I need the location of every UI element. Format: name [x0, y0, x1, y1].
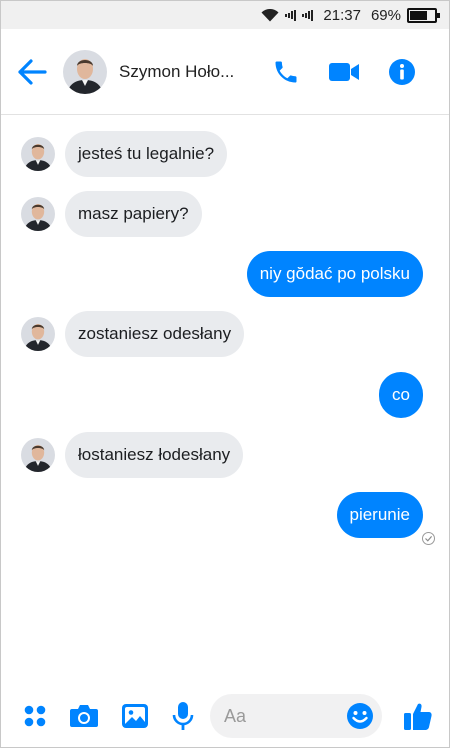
info-icon	[389, 58, 415, 85]
clock: 21:37	[323, 6, 361, 24]
message-input-field[interactable]	[210, 694, 382, 738]
message-row: masz papiery?	[1, 191, 449, 237]
wifi-icon	[261, 8, 279, 22]
gallery-icon	[122, 704, 148, 728]
message-input[interactable]	[224, 705, 334, 727]
more-options-button[interactable]	[19, 683, 51, 747]
composer-bar	[1, 683, 449, 747]
contact-name[interactable]: Szymon Hoło...	[119, 62, 253, 82]
incoming-message[interactable]: masz papiery?	[65, 191, 202, 237]
info-button[interactable]	[373, 47, 431, 97]
apps-grid-icon	[24, 705, 46, 727]
gallery-button[interactable]	[119, 683, 151, 747]
emoji-button[interactable]	[346, 702, 374, 730]
read-receipt-check-icon	[422, 532, 435, 545]
outgoing-message[interactable]: co	[379, 372, 423, 418]
status-bar: 21:37 69%	[1, 1, 449, 29]
back-arrow-icon	[18, 58, 47, 85]
signal-icon	[285, 9, 297, 21]
sender-avatar[interactable]	[21, 137, 55, 171]
outgoing-message[interactable]: niy gŏdać po polsku	[246, 251, 423, 297]
conversation-header: Szymon Hoło...	[1, 29, 449, 115]
video-call-icon	[329, 62, 359, 81]
signal-icon-2	[302, 9, 314, 21]
back-button[interactable]	[1, 29, 63, 115]
messenger-screen: 21:37 69% Szymon Hoło... jesteś tu legal…	[0, 0, 450, 748]
microphone-icon	[172, 702, 194, 730]
message-row: pierunie	[1, 492, 449, 538]
sender-avatar[interactable]	[21, 197, 55, 231]
phone-call-icon	[275, 61, 297, 82]
message-row: łostaniesz łodesłany	[1, 432, 449, 478]
message-list[interactable]: jesteś tu legalnie? masz papiery? niy gŏ…	[1, 115, 449, 683]
outgoing-message[interactable]: pierunie	[336, 492, 423, 538]
contact-avatar[interactable]	[63, 49, 107, 94]
video-call-button[interactable]	[315, 47, 373, 97]
message-row: jesteś tu legalnie?	[1, 131, 449, 177]
incoming-message[interactable]: jesteś tu legalnie?	[65, 131, 228, 177]
incoming-message[interactable]: zostaniesz odesłany	[65, 311, 245, 357]
sender-avatar[interactable]	[21, 438, 55, 472]
message-row: niy gŏdać po polsku	[1, 251, 449, 297]
camera-icon	[70, 705, 98, 727]
message-row: zostaniesz odesłany	[1, 311, 449, 357]
voice-call-button[interactable]	[257, 47, 315, 97]
like-button[interactable]	[401, 683, 435, 747]
battery-icon	[407, 7, 440, 23]
message-row: co	[1, 372, 449, 418]
battery-percent: 69%	[370, 6, 401, 24]
emoji-icon	[347, 703, 373, 729]
thumbs-up-icon	[404, 703, 432, 730]
sender-avatar[interactable]	[21, 317, 55, 351]
incoming-message[interactable]: łostaniesz łodesłany	[65, 432, 244, 478]
voice-message-button[interactable]	[169, 683, 197, 747]
camera-button[interactable]	[67, 683, 101, 747]
